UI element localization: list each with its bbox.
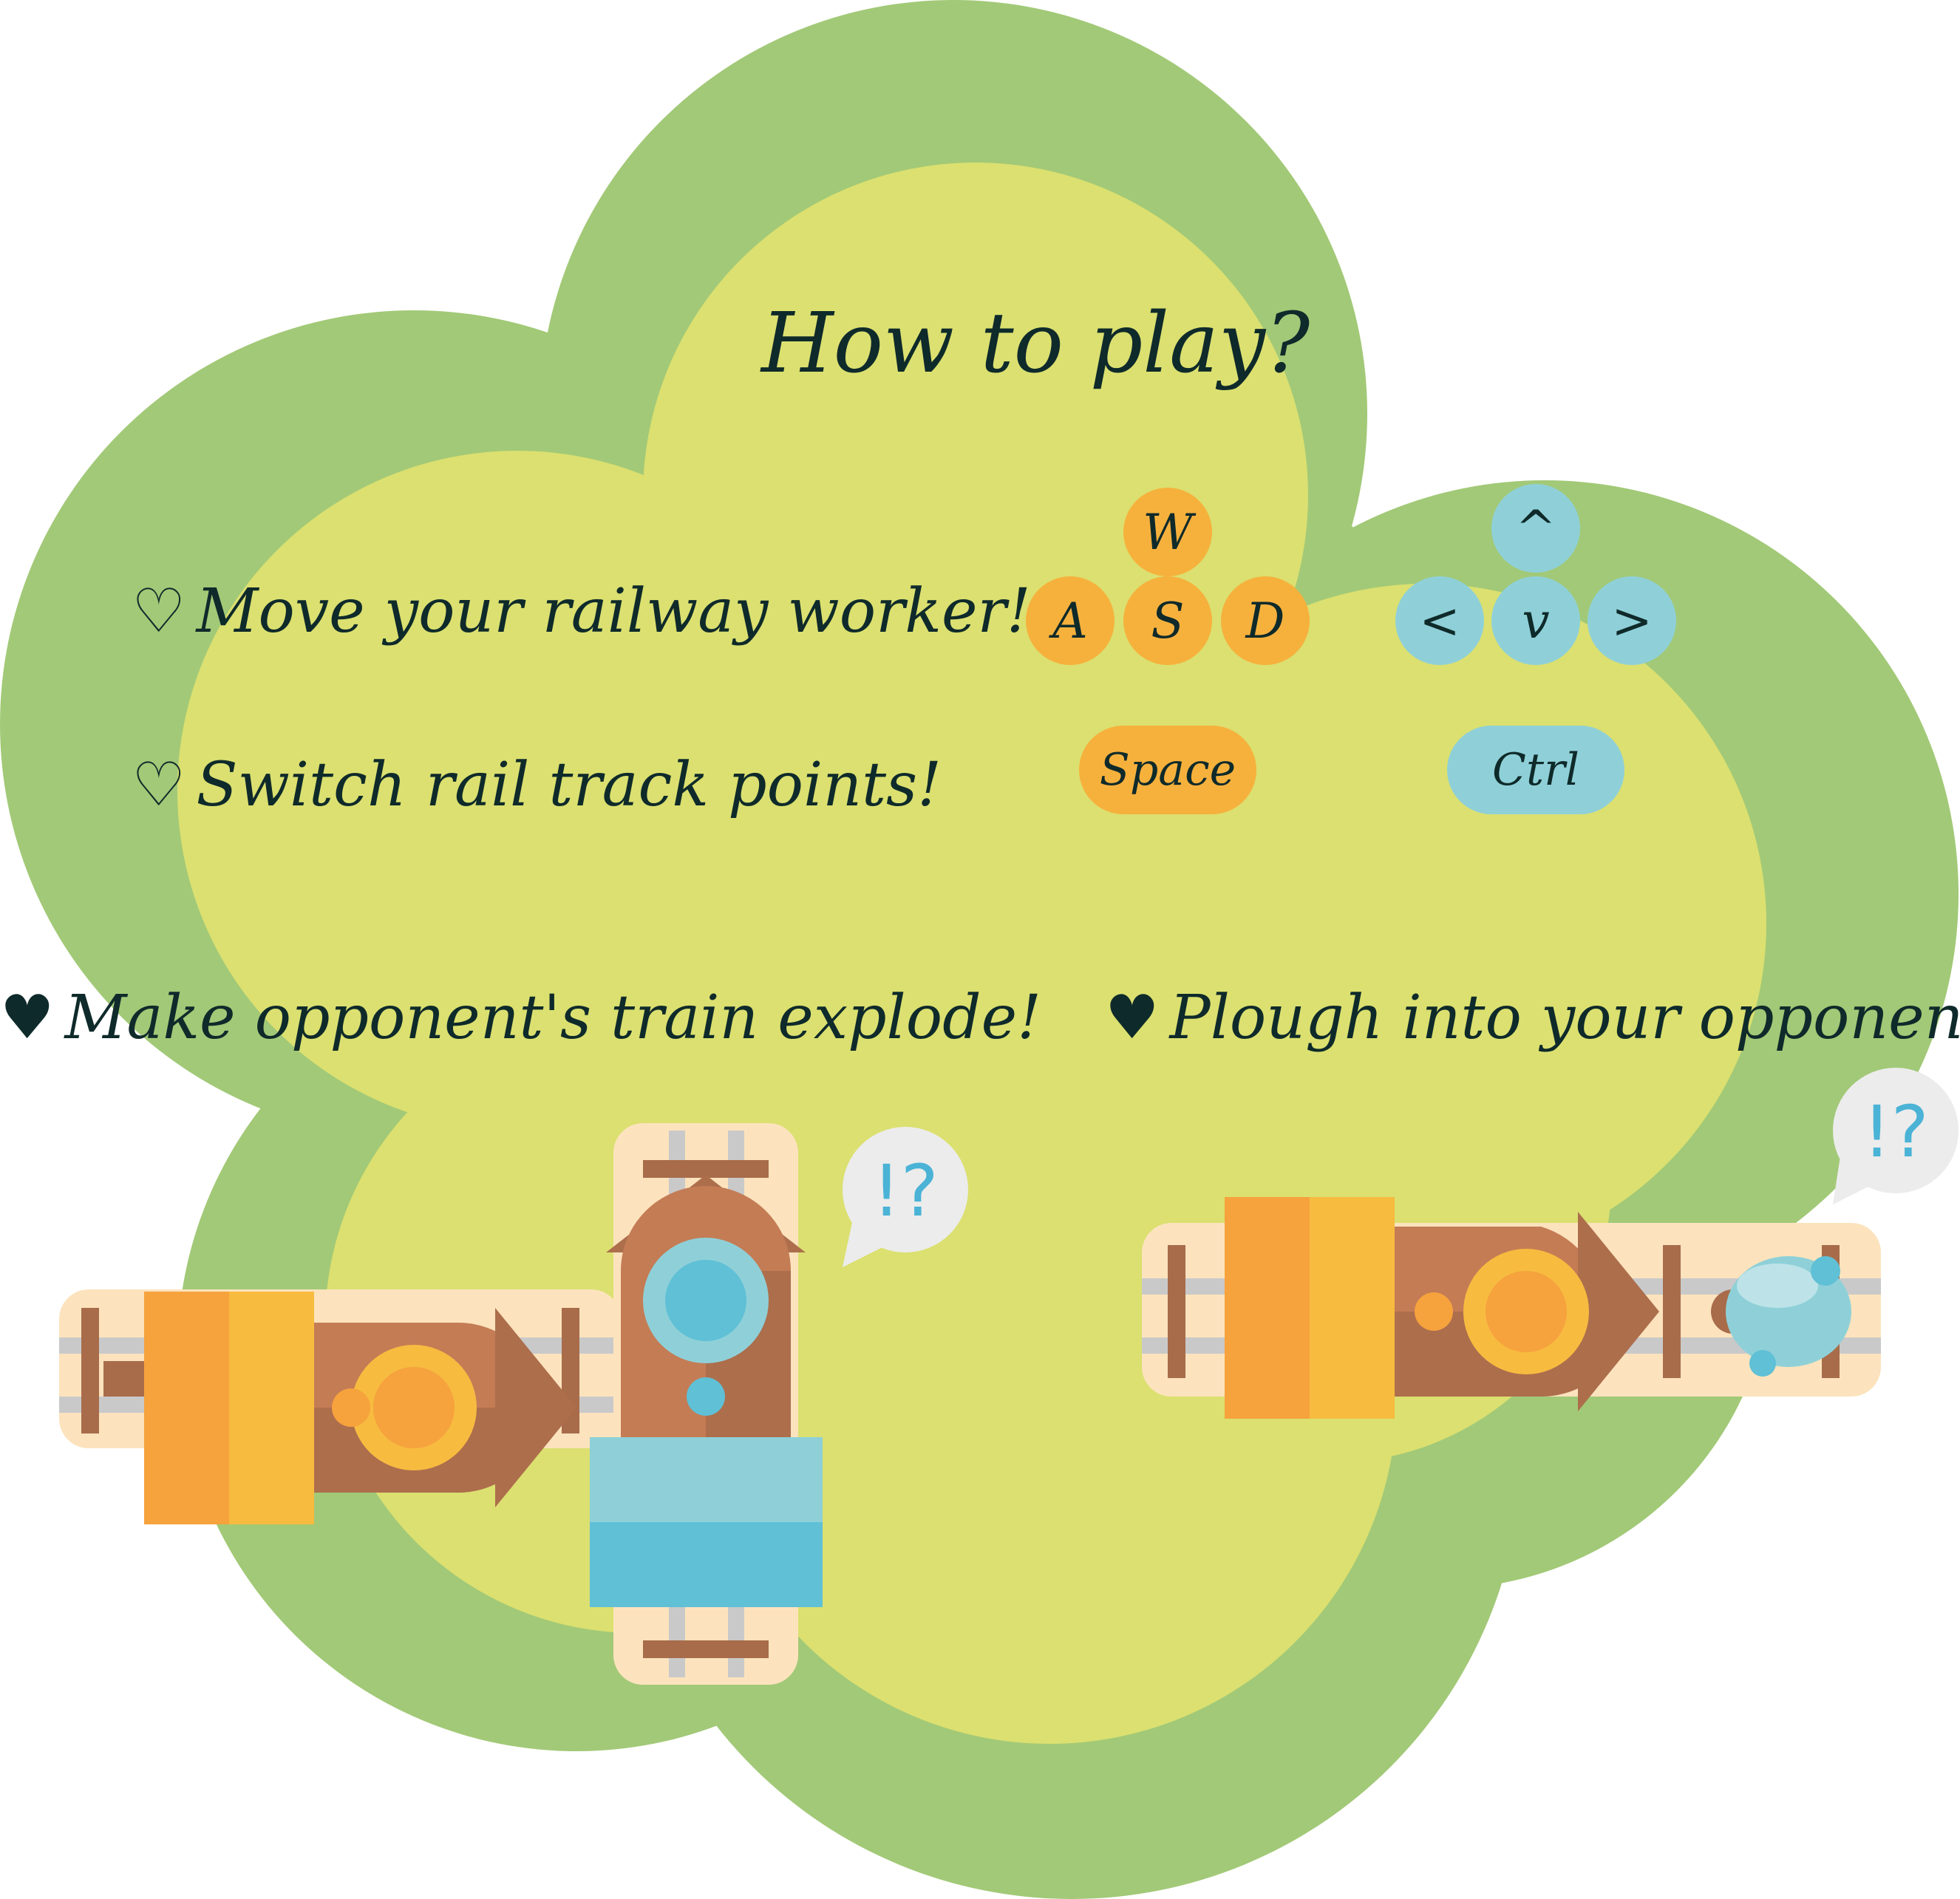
- speech-bubble-left: !?: [843, 1127, 968, 1267]
- instruction-plough: ♥ Plough into your opponent!: [1105, 983, 1960, 1053]
- key-ctrl: Ctrl: [1447, 726, 1624, 814]
- surprise-mark: !?: [1862, 1091, 1928, 1173]
- plough-illustration: !?: [1142, 1068, 1959, 1419]
- key-arrow-down: v: [1491, 576, 1580, 665]
- instruction-move-text: Move your railway worker!: [196, 576, 1031, 647]
- heart-filled-icon: ♥: [1105, 983, 1160, 1053]
- key-arrow-right: >: [1588, 576, 1676, 665]
- instruction-switch: ♡ Switch rail track points!: [132, 750, 942, 820]
- surprise-mark: !?: [872, 1150, 938, 1233]
- instruction-explode: ♥ Make opponent's train explode!: [0, 983, 1041, 1053]
- instruction-explode-text: Make opponent's train explode!: [64, 983, 1042, 1053]
- key-arrow-up: ^: [1491, 484, 1580, 573]
- key-arrow-left: <: [1395, 576, 1484, 665]
- how-to-play-screen: How to play? ♡ Move your railway worker! …: [0, 0, 1960, 1899]
- key-w: W: [1123, 488, 1212, 576]
- instruction-move: ♡ Move your railway worker!: [132, 576, 1031, 647]
- key-space: Space: [1079, 726, 1256, 814]
- blue-train: [590, 1175, 823, 1607]
- heart-outline-icon: ♡: [132, 576, 186, 647]
- speech-bubble-right: !?: [1833, 1068, 1959, 1204]
- key-s: S: [1123, 576, 1212, 665]
- heart-outline-icon: ♡: [132, 750, 186, 820]
- key-a: A: [1026, 576, 1115, 665]
- instruction-plough-text: Plough into your opponent!: [1169, 983, 1960, 1053]
- key-d: D: [1221, 576, 1310, 665]
- instruction-switch-text: Switch rail track points!: [196, 750, 942, 820]
- page-title: How to play?: [761, 296, 1310, 392]
- heart-filled-icon: ♥: [0, 983, 55, 1053]
- explode-illustration: !?: [59, 1123, 968, 1685]
